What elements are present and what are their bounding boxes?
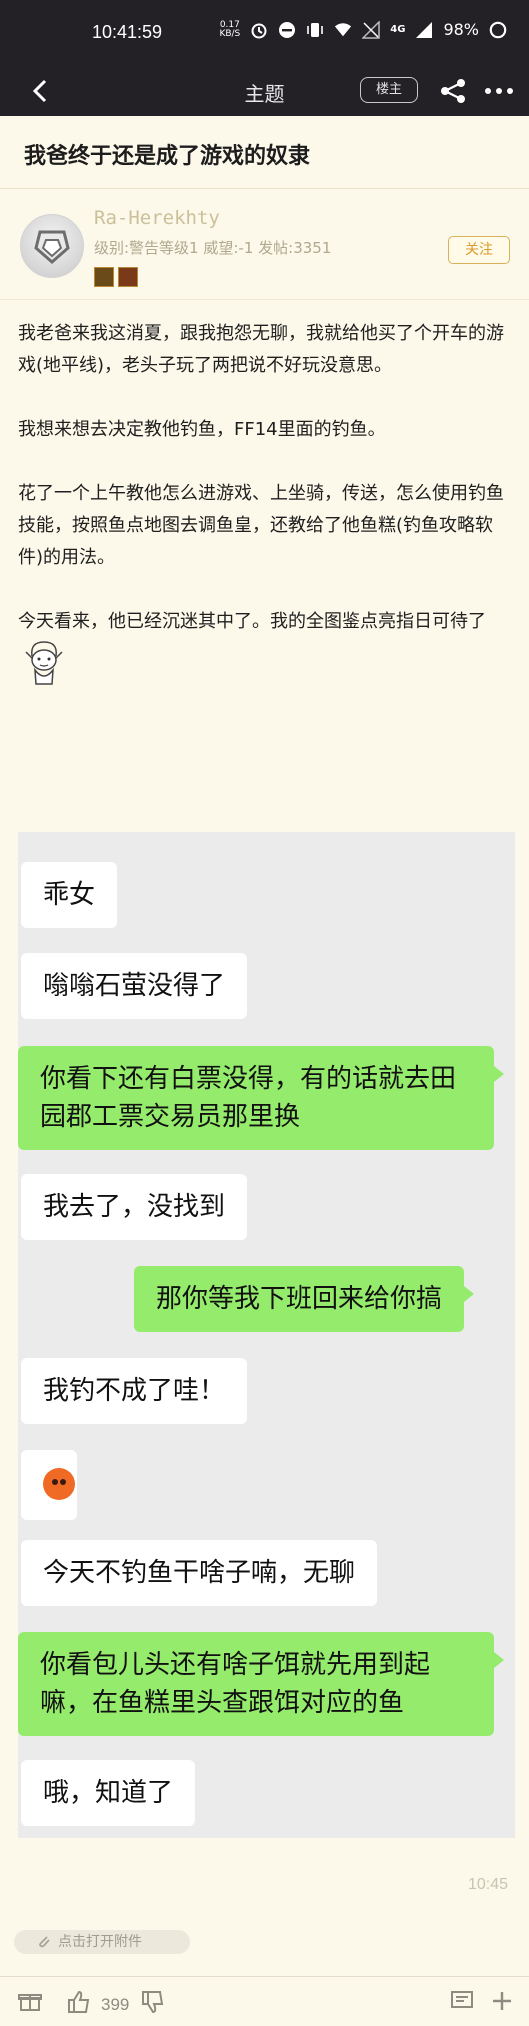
follow-button[interactable]: 关注	[448, 236, 510, 264]
nav-bar: 主题 楼主	[0, 66, 529, 116]
vibrate-icon	[306, 21, 324, 39]
post-timestamp: 10:45	[468, 1876, 509, 1893]
author-stats: 级别:警告等级1 威望:-1 发帖:3351	[94, 239, 332, 257]
sticker-emoji-icon	[22, 638, 66, 686]
chat-message-left: 我去了，没找到	[21, 1174, 248, 1240]
cellular-signal-icon	[415, 21, 433, 39]
owner-only-button[interactable]: 楼主	[360, 77, 418, 103]
chat-message-right: 那你等我下班回来给你搞	[134, 1266, 475, 1332]
chat-sticker-message	[21, 1450, 77, 1520]
chat-message-right: 你看包儿头还有啥子饵就先用到起嘛，在鱼糕里头查跟饵对应的鱼	[18, 1632, 504, 1736]
paperclip-icon	[36, 1933, 52, 1957]
network-type: 4G	[390, 24, 406, 35]
gift-icon[interactable]	[18, 1989, 42, 2017]
chat-message-left: 哦，知道了	[21, 1760, 196, 1826]
do-not-disturb-icon	[278, 21, 296, 39]
open-attachment-button[interactable]: 点击打开附件	[14, 1930, 190, 1954]
chat-message-left: 我钓不成了哇！	[21, 1358, 248, 1424]
status-icons: 0.17 KB/S 4G 98%	[219, 20, 507, 39]
like-icon[interactable]	[66, 1989, 92, 2019]
post-title-bar: 我爸终于还是成了游戏的奴隶	[0, 116, 529, 189]
like-count: 399	[101, 1995, 130, 2014]
wifi-icon	[334, 21, 352, 39]
attachment-label: 点击打开附件	[58, 1934, 142, 1950]
avatar[interactable]	[20, 214, 84, 278]
alarm-icon	[250, 21, 268, 39]
post-body: 我老爸来我这消夏，跟我抱怨无聊，我就给他买了个开车的游戏(地平线)，老头子玩了两…	[18, 318, 512, 686]
orange-emoji-icon	[43, 1468, 75, 1500]
add-reply-icon[interactable]	[490, 1989, 514, 2017]
author-name[interactable]: Ra-Herekhty	[94, 207, 220, 229]
chat-message-left: 乖女	[21, 862, 118, 928]
post-title: 我爸终于还是成了游戏的奴隶	[24, 144, 311, 169]
post-paragraph-last: 今天看来，他已经沉迷其中了。我的全图鉴点亮指日可待了	[18, 606, 512, 686]
author-card: Ra-Herekhty 级别:警告等级1 威望:-1 发帖:3351 关注	[0, 189, 529, 300]
status-bar: 10:41:59 0.17 KB/S 4G 98%	[0, 0, 529, 66]
comment-icon[interactable]	[450, 1989, 474, 2017]
status-time: 10:41:59	[92, 22, 163, 42]
post-paragraph: 我老爸来我这消夏，跟我抱怨无聊，我就给他买了个开车的游戏(地平线)，老头子玩了两…	[18, 323, 504, 376]
dislike-icon[interactable]	[140, 1989, 166, 2019]
post-paragraph: 我想来想去决定教他钓鱼，FF14里面的钓鱼。	[18, 419, 386, 440]
share-icon[interactable]	[440, 78, 466, 104]
no-signal-icon	[362, 20, 381, 39]
post-paragraph: 花了一个上午教他怎么进游戏、上坐骑，传送，怎么使用钓鱼技能，按照鱼点地图去调鱼皇…	[18, 483, 504, 568]
network-speed: 0.17 KB/S	[219, 19, 241, 39]
battery-percent: 98%	[443, 20, 479, 39]
bottom-action-bar: 399	[0, 1976, 529, 2026]
author-badges	[94, 267, 138, 287]
chat-message-right: 你看下还有白票没得，有的话就去田园郡工票交易员那里换	[18, 1046, 504, 1150]
battery-icon	[489, 21, 507, 39]
badge-icon	[94, 267, 114, 287]
chat-screenshot: 乖女 嗡嗡石萤没得了 你看下还有白票没得，有的话就去田园郡工票交易员那里换 我去…	[18, 832, 515, 1838]
chat-message-left: 今天不钓鱼干啥子喃，无聊	[21, 1540, 378, 1606]
more-options-icon[interactable]	[484, 78, 514, 104]
chat-message-left: 嗡嗡石萤没得了	[21, 953, 248, 1019]
badge-icon	[118, 267, 138, 287]
